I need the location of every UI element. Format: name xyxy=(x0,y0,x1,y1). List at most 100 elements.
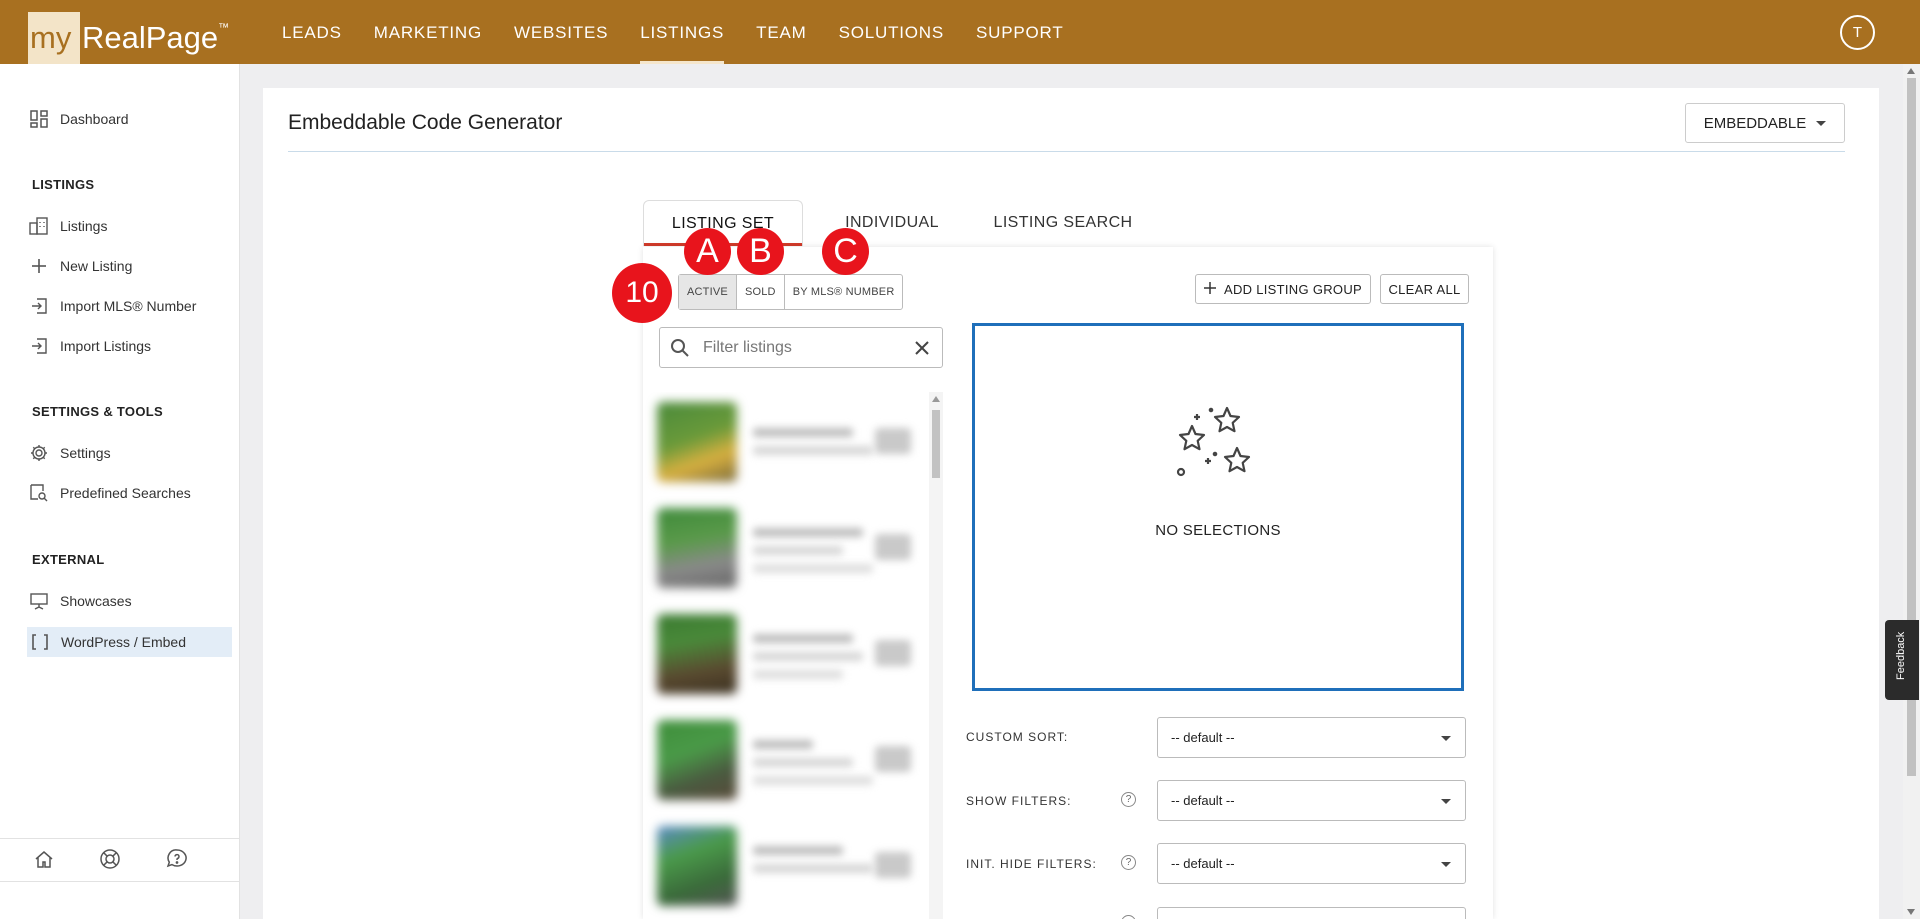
buildings-icon xyxy=(28,215,50,237)
sparkles-icon xyxy=(1175,406,1265,486)
nav-leads[interactable]: LEADS xyxy=(266,0,358,64)
easel-icon xyxy=(28,590,50,612)
filter-listings-field xyxy=(659,327,943,368)
scroll-up-icon[interactable] xyxy=(932,396,940,402)
sidebar-heading-external: EXTERNAL xyxy=(32,552,105,567)
sidebar-item-new-listing[interactable]: New Listing xyxy=(28,251,232,281)
list-item[interactable] xyxy=(643,816,933,916)
sidebar-item-label: Dashboard xyxy=(60,111,129,127)
custom-sort-value: -- default -- xyxy=(1171,730,1235,745)
clear-all-button[interactable]: CLEAR ALL xyxy=(1380,274,1469,304)
annotation-marker-c: C xyxy=(822,228,869,275)
top-navigation-bar: my RealPage ™ LEADS MARKETING WEBSITES L… xyxy=(0,0,1920,64)
listing-text-blurred xyxy=(753,428,853,437)
init-hide-filters-select[interactable]: -- default -- xyxy=(1157,843,1466,884)
sidebar-item-label: Listings xyxy=(60,218,108,234)
listing-thumbnail xyxy=(657,826,737,906)
sidebar-item-predefined-searches[interactable]: Predefined Searches xyxy=(28,478,232,508)
nav-websites[interactable]: WEBSITES xyxy=(498,0,624,64)
dashboard-icon xyxy=(28,108,50,130)
add-listing-group-button[interactable]: ADD LISTING GROUP xyxy=(1195,274,1371,304)
list-item[interactable] xyxy=(643,710,933,810)
filter-listings-input[interactable] xyxy=(703,338,903,357)
user-avatar[interactable]: T xyxy=(1840,15,1875,50)
sidebar-item-dashboard[interactable]: Dashboard xyxy=(28,104,232,134)
help-icon[interactable]: ? xyxy=(1121,792,1136,807)
toggle-active[interactable]: ACTIVE xyxy=(679,275,737,309)
sidebar-item-wordpress-embed[interactable]: WordPress / Embed xyxy=(27,627,232,657)
list-item[interactable] xyxy=(643,392,933,492)
listings-list xyxy=(643,392,943,919)
sidebar-item-label: New Listing xyxy=(60,258,133,274)
sidebar-heading-settings: SETTINGS & TOOLS xyxy=(32,404,163,419)
listing-add-button[interactable] xyxy=(875,746,911,772)
listing-text-blurred xyxy=(753,652,863,661)
page-scrollbar[interactable] xyxy=(1903,64,1920,919)
annotation-marker-b: B xyxy=(737,228,784,275)
listing-text-blurred xyxy=(753,758,853,767)
listing-text-blurred xyxy=(753,446,873,455)
search-document-icon xyxy=(28,482,50,504)
myrealpage-logo[interactable]: my RealPage ™ xyxy=(28,12,229,64)
sidebar-item-label: Import Listings xyxy=(60,338,152,354)
sidebar-item-showcases[interactable]: Showcases xyxy=(28,586,232,616)
embeddable-dropdown[interactable]: EMBEDDABLE xyxy=(1685,103,1845,143)
init-hide-filters-value: -- default -- xyxy=(1171,856,1235,871)
import-icon xyxy=(28,335,50,357)
sidebar-item-settings[interactable]: Settings xyxy=(28,438,232,468)
sidebar-item-listings[interactable]: Listings xyxy=(28,211,232,241)
scroll-down-icon[interactable] xyxy=(1907,909,1915,915)
scroll-up-icon[interactable] xyxy=(1907,68,1915,74)
sidebar-item-import-listings[interactable]: Import Listings xyxy=(28,331,232,361)
chevron-down-icon xyxy=(1441,799,1451,804)
nav-solutions[interactable]: SOLUTIONS xyxy=(823,0,960,64)
show-filters-select[interactable]: -- default -- xyxy=(1157,780,1466,821)
listing-text-blurred xyxy=(753,740,813,749)
show-filters-value: -- default -- xyxy=(1171,793,1235,808)
listing-text-blurred xyxy=(753,528,863,537)
init-hide-filters-label: INIT. HIDE FILTERS: xyxy=(966,857,1097,871)
listings-scrollbar[interactable] xyxy=(929,392,943,919)
custom-sort-select[interactable]: -- default -- xyxy=(1157,717,1466,758)
toggle-sold[interactable]: SOLD xyxy=(737,275,785,309)
list-item[interactable] xyxy=(643,498,933,598)
next-option-select[interactable] xyxy=(1157,907,1466,919)
add-listing-group-label: ADD LISTING GROUP xyxy=(1223,281,1362,297)
tab-listing-search[interactable]: LISTING SEARCH xyxy=(988,200,1138,246)
listing-add-button[interactable] xyxy=(875,534,911,560)
listing-text-blurred xyxy=(753,634,853,643)
listing-thumbnail xyxy=(657,614,737,694)
step-number-marker: 10 xyxy=(612,263,672,323)
feedback-tab[interactable]: Feedback xyxy=(1885,620,1919,700)
main-nav: LEADS MARKETING WEBSITES LISTINGS TEAM S… xyxy=(266,0,1080,64)
page-title: Embeddable Code Generator xyxy=(288,111,563,134)
home-icon[interactable] xyxy=(33,848,57,872)
brackets-icon xyxy=(29,631,51,653)
gear-icon xyxy=(28,442,50,464)
embeddable-dropdown-label: EMBEDDABLE xyxy=(1703,114,1807,132)
help-icon[interactable]: ? xyxy=(1121,855,1136,870)
listing-add-button[interactable] xyxy=(875,852,911,878)
listing-thumbnail xyxy=(657,402,737,482)
sidebar: Dashboard LISTINGS Listings New Listing … xyxy=(0,64,240,919)
chevron-down-icon xyxy=(1441,736,1451,741)
sidebar-heading-listings: LISTINGS xyxy=(32,177,95,192)
chevron-down-icon xyxy=(1816,120,1827,126)
nav-marketing[interactable]: MARKETING xyxy=(358,0,498,64)
nav-team[interactable]: TEAM xyxy=(740,0,822,64)
sidebar-item-import-mls[interactable]: Import MLS® Number xyxy=(28,291,232,321)
list-item[interactable] xyxy=(643,604,933,704)
nav-support[interactable]: SUPPORT xyxy=(960,0,1079,64)
listing-text-blurred xyxy=(753,776,873,785)
scrollbar-thumb[interactable] xyxy=(932,410,940,478)
lifebuoy-icon[interactable] xyxy=(99,848,123,872)
chat-help-icon[interactable] xyxy=(166,848,190,872)
toggle-by-mls-number[interactable]: BY MLS® NUMBER xyxy=(785,275,903,309)
import-icon xyxy=(28,295,50,317)
sidebar-item-label: Predefined Searches xyxy=(60,485,191,501)
nav-listings[interactable]: LISTINGS xyxy=(624,0,740,64)
listing-add-button[interactable] xyxy=(875,640,911,666)
close-icon[interactable] xyxy=(912,338,932,358)
listing-add-button[interactable] xyxy=(875,428,911,454)
sidebar-item-label: Showcases xyxy=(60,593,132,609)
